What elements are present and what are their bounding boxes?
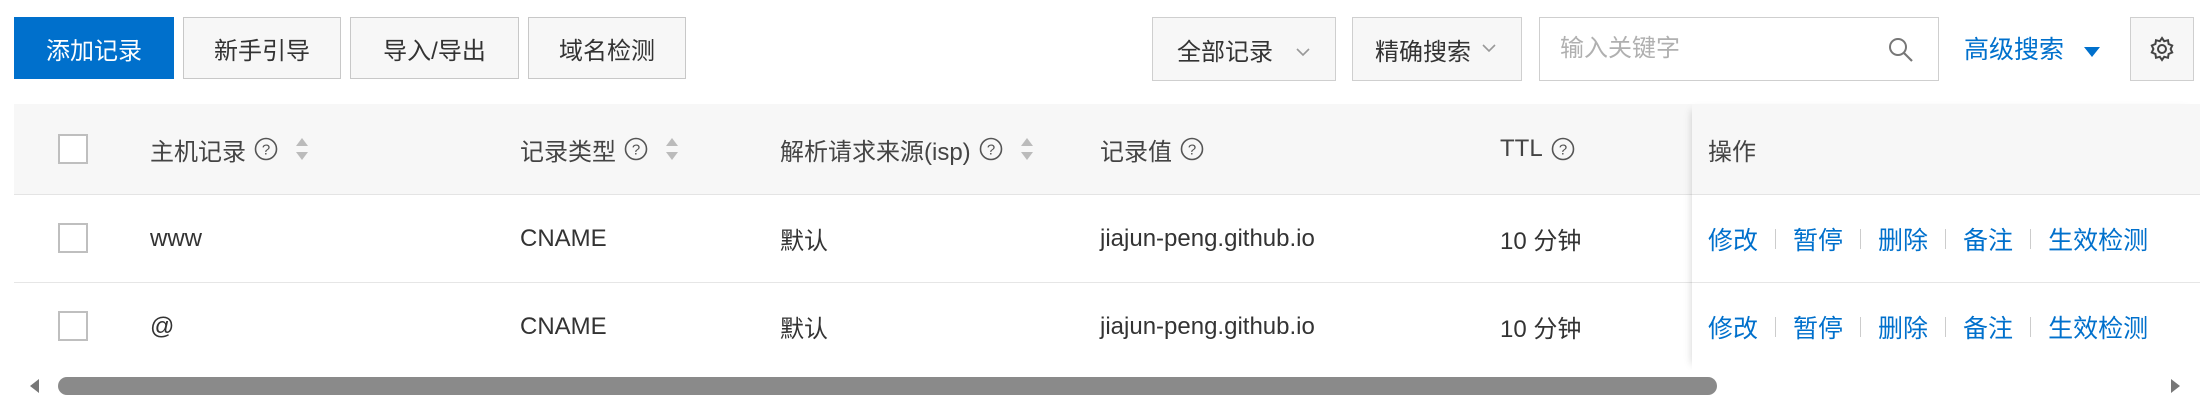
advanced-search-label: 高级搜索 [1964, 36, 2065, 64]
divider [1945, 228, 1947, 249]
chevron-down-icon [1296, 48, 1310, 57]
domain-check-button[interactable]: 域名检测 [528, 17, 686, 79]
header-host: 主机记录 ? [150, 104, 309, 194]
header-value: 记录值 ? [1100, 104, 1205, 194]
cell-value: jiajun-peng.github.io [1100, 224, 1315, 252]
svg-text:?: ? [1188, 142, 1196, 159]
search-mode-select[interactable]: 精确搜索 [1352, 17, 1522, 81]
delete-link[interactable]: 删除 [1878, 309, 1928, 345]
help-icon[interactable]: ? [623, 136, 649, 162]
delete-link[interactable]: 删除 [1878, 221, 1928, 257]
header-type: 记录类型 ? [520, 104, 679, 194]
cell-ttl: 10 分钟 [1500, 316, 1582, 343]
cell-type: CNAME [520, 224, 607, 252]
svg-text:?: ? [987, 142, 995, 159]
divider [1860, 228, 1862, 249]
svg-text:?: ? [632, 142, 640, 159]
settings-button[interactable] [2130, 17, 2194, 81]
row-actions: 修改 暂停 删除 备注 生效检测 [1708, 283, 2148, 370]
cell-type: CNAME [520, 312, 607, 340]
sort-icon[interactable] [665, 135, 679, 163]
help-icon[interactable]: ? [978, 136, 1004, 162]
cell-host: www [150, 224, 202, 252]
row-checkbox[interactable] [58, 223, 88, 253]
scrollbar-track[interactable] [58, 377, 2158, 395]
cell-isp: 默认 [780, 228, 828, 255]
svg-text:?: ? [1559, 142, 1567, 159]
header-isp-label: 解析请求来源(isp) [780, 138, 971, 166]
search-input[interactable] [1560, 28, 1860, 70]
cell-value: jiajun-peng.github.io [1100, 312, 1315, 340]
edit-link[interactable]: 修改 [1708, 221, 1758, 257]
header-ttl: TTL ? [1500, 104, 1576, 194]
edit-link[interactable]: 修改 [1708, 309, 1758, 345]
table-header: 主机记录 ? 记录类型 ? 解析请求来源(isp) ? 记录值 ? TTL ? … [14, 104, 2200, 195]
header-host-label: 主机记录 [150, 138, 246, 166]
check-effect-link[interactable]: 生效检测 [2048, 309, 2148, 345]
divider [2030, 316, 2032, 337]
cell-host: @ [150, 312, 175, 340]
select-all-checkbox[interactable] [58, 134, 88, 164]
table-row: @ CNAME 默认 jiajun-peng.github.io 10 分钟 修… [14, 283, 2200, 371]
scrollbar-thumb[interactable] [58, 377, 1717, 395]
advanced-search-link[interactable]: 高级搜索 [1964, 30, 2101, 70]
divider [1775, 228, 1777, 249]
header-actions-label: 操作 [1708, 138, 1756, 166]
check-effect-link[interactable]: 生效检测 [2048, 221, 2148, 257]
help-icon[interactable]: ? [1550, 136, 1576, 162]
header-type-label: 记录类型 [520, 138, 616, 166]
divider [1775, 316, 1777, 337]
gear-icon [2150, 36, 2174, 62]
pause-link[interactable]: 暂停 [1793, 221, 1843, 257]
record-filter-select[interactable]: 全部记录 [1152, 17, 1336, 81]
cell-isp: 默认 [780, 316, 828, 343]
search-box [1539, 17, 1939, 81]
sort-icon[interactable] [1020, 135, 1034, 163]
horizontal-scrollbar[interactable] [14, 370, 2200, 400]
import-export-button[interactable]: 导入/导出 [350, 17, 519, 79]
pause-link[interactable]: 暂停 [1793, 309, 1843, 345]
guide-button[interactable]: 新手引导 [183, 17, 341, 79]
arrow-right-icon[interactable] [2164, 375, 2186, 397]
record-filter-value: 全部记录 [1177, 38, 1273, 66]
table-row: www CNAME 默认 jiajun-peng.github.io 10 分钟… [14, 195, 2200, 283]
header-actions: 操作 [1708, 104, 1756, 194]
help-icon[interactable]: ? [1179, 136, 1205, 162]
records-table: 主机记录 ? 记录类型 ? 解析请求来源(isp) ? 记录值 ? TTL ? … [14, 104, 2200, 371]
help-icon[interactable]: ? [253, 136, 279, 162]
arrow-left-icon[interactable] [24, 375, 46, 397]
header-value-label: 记录值 [1100, 138, 1172, 166]
sort-icon[interactable] [295, 135, 309, 163]
divider [2030, 228, 2032, 249]
toolbar: 添加记录 新手引导 导入/导出 域名检测 全部记录 精确搜索 高级搜索 [0, 0, 2200, 104]
remark-link[interactable]: 备注 [1963, 309, 2013, 345]
divider [1945, 316, 1947, 337]
chevron-down-icon [1482, 44, 1496, 53]
divider [1860, 316, 1862, 337]
caret-down-icon [2083, 47, 2100, 57]
row-actions: 修改 暂停 删除 备注 生效检测 [1708, 195, 2148, 282]
row-checkbox[interactable] [58, 311, 88, 341]
search-mode-value: 精确搜索 [1375, 38, 1471, 66]
add-record-button[interactable]: 添加记录 [14, 17, 174, 79]
remark-link[interactable]: 备注 [1963, 221, 2013, 257]
cell-ttl: 10 分钟 [1500, 228, 1582, 255]
header-isp: 解析请求来源(isp) ? [780, 104, 1034, 194]
header-ttl-label: TTL [1500, 135, 1543, 162]
svg-text:?: ? [262, 142, 270, 159]
search-icon[interactable] [1887, 36, 1915, 64]
